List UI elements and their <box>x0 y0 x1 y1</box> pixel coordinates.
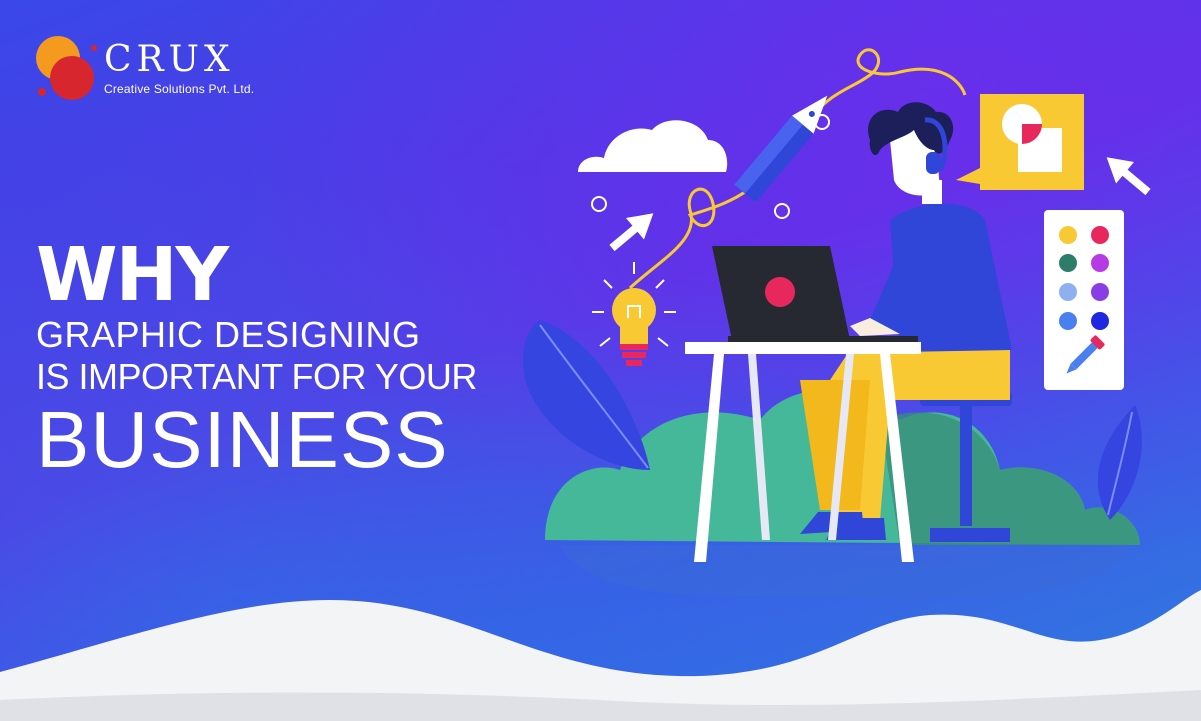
lightbulb-icon <box>592 262 676 366</box>
design-card-icon <box>956 94 1084 190</box>
headline-why: WHY <box>36 232 229 318</box>
brand-logo[interactable]: CRUX Creative Solutions Pvt. Ltd. <box>34 36 274 108</box>
color-palette-icon <box>1044 210 1124 390</box>
ring-icon <box>774 203 790 219</box>
headline-block: WHY GRAPHIC DESIGNING IS IMPORTANT FOR Y… <box>36 236 477 482</box>
arrow-cursor-icon <box>1106 157 1151 196</box>
cloud-icon <box>578 120 728 172</box>
ring-icon <box>591 196 607 212</box>
arrow-cursor-icon <box>609 213 654 252</box>
headline-important: IS IMPORTANT FOR YOUR <box>36 356 477 397</box>
brand-name: CRUX <box>104 39 235 80</box>
headline-business: BUSINESS <box>36 395 449 484</box>
banner-canvas: CRUX Creative Solutions Pvt. Ltd. WHY GR… <box>0 0 1201 721</box>
leaf-icon-right <box>1097 405 1142 520</box>
brand-tagline: Creative Solutions Pvt. Ltd. <box>104 82 255 96</box>
headline-graphic-designing: GRAPHIC DESIGNING <box>36 314 421 355</box>
reflection-shape <box>560 545 1130 599</box>
pen-nib-icon <box>734 95 828 201</box>
